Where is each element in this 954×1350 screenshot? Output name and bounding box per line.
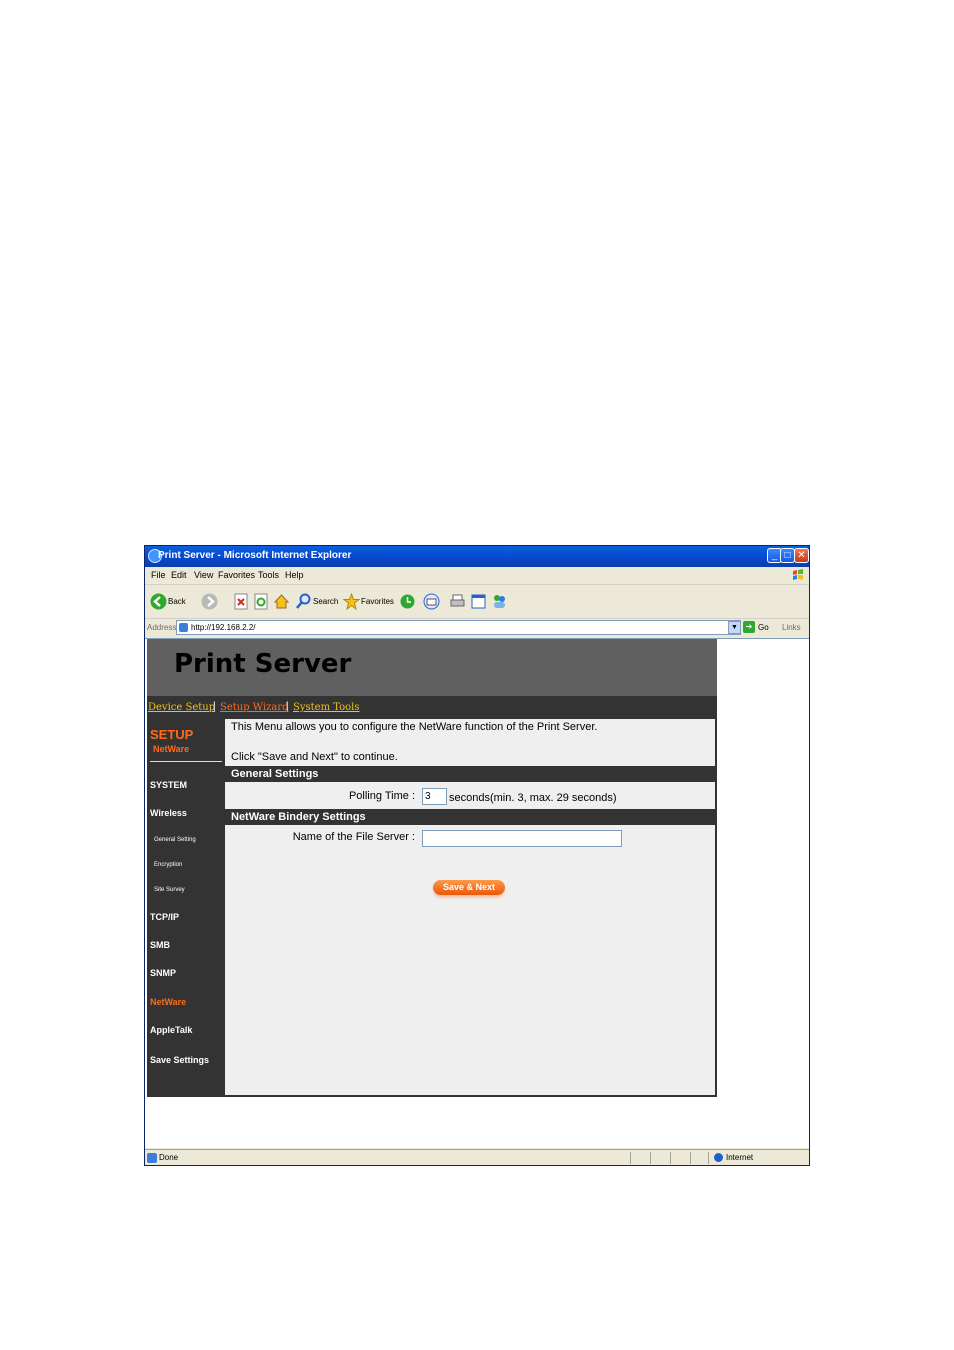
menu-tools[interactable]: Tools [258, 570, 279, 580]
status-divider [650, 1152, 651, 1164]
links-button[interactable]: Links [782, 623, 801, 632]
address-label: Address [147, 623, 177, 632]
messenger-icon [494, 595, 505, 608]
nav-separator: | [213, 701, 216, 712]
sidebar-subtitle: NetWare [153, 744, 190, 754]
mail-icon [423, 593, 440, 610]
messenger-button[interactable] [491, 593, 508, 611]
home-button[interactable] [273, 593, 290, 611]
sidebar-item-general-setting[interactable]: General Setting [154, 837, 196, 843]
menu-file[interactable]: File [151, 570, 166, 580]
mail-button[interactable] [423, 593, 445, 611]
sidebar-item-site-survey[interactable]: Site Survey [154, 887, 185, 893]
windows-logo-icon [793, 569, 803, 580]
menu-favorites[interactable]: Favorites [218, 570, 255, 580]
general-settings-title: General Settings [231, 768, 319, 780]
sidebar-item-smb[interactable]: SMB [150, 940, 170, 950]
browser-window: Print Server - Microsoft Internet Explor… [144, 545, 810, 1166]
bindery-settings-title: NetWare Bindery Settings [231, 811, 366, 823]
top-nav: Device Setup | Setup Wizard | System Too… [147, 696, 717, 719]
address-bar: Address http://192.168.2.2/ ▼ ➔ Go Links [145, 619, 809, 637]
status-divider [670, 1152, 671, 1164]
title-bar[interactable]: Print Server - Microsoft Internet Explor… [145, 546, 809, 567]
nav-setup-wizard[interactable]: Setup Wizard [220, 702, 289, 713]
instruction-text: Click "Save and Next" to continue. [231, 751, 398, 763]
page-content: Print Server Device Setup | Setup Wizard… [145, 638, 809, 1148]
sidebar-item-save-settings[interactable]: Save Settings [150, 1055, 209, 1065]
history-button[interactable] [399, 593, 416, 611]
intro-text: This Menu allows you to configure the Ne… [231, 721, 598, 733]
menu-view[interactable]: View [194, 570, 213, 580]
search-label: Search [313, 597, 339, 606]
general-settings-header: General Settings [225, 766, 715, 782]
back-button[interactable]: Back [150, 593, 195, 611]
back-arrow-icon [150, 593, 167, 610]
window-title: Print Server - Microsoft Internet Explor… [158, 550, 352, 561]
sidebar-item-snmp[interactable]: SNMP [150, 968, 176, 978]
address-input[interactable]: http://192.168.2.2/ [176, 620, 741, 635]
menu-edit[interactable]: Edit [171, 570, 187, 580]
refresh-button[interactable] [253, 593, 270, 611]
sidebar-item-tcpip[interactable]: TCP/IP [150, 912, 179, 922]
favorites-button[interactable]: Favorites [343, 593, 395, 611]
internet-zone-icon [714, 1153, 723, 1162]
sidebar-divider [150, 761, 222, 762]
status-divider [630, 1152, 631, 1164]
back-label: Back [168, 597, 186, 606]
file-server-input[interactable] [422, 830, 622, 847]
history-icon [400, 594, 415, 609]
nav-system-tools[interactable]: System Tools [293, 702, 360, 713]
go-button[interactable]: Go [758, 623, 769, 632]
stop-button[interactable] [233, 593, 250, 611]
sidebar-title: SETUP [150, 727, 194, 742]
refresh-icon [254, 593, 268, 610]
polling-time-input[interactable] [422, 788, 447, 805]
address-url: http://192.168.2.2/ [191, 623, 256, 632]
polling-time-hint: seconds(min. 3, max. 29 seconds) [449, 792, 617, 804]
edit-button[interactable] [470, 593, 487, 611]
status-divider [690, 1152, 691, 1164]
toolbar: Back Search Favorites [145, 585, 809, 619]
favorites-label: Favorites [361, 597, 394, 606]
file-server-label: Name of the File Server : [292, 831, 415, 843]
sidebar-item-system[interactable]: SYSTEM [150, 780, 187, 790]
printer-icon [450, 594, 465, 607]
bindery-settings-header: NetWare Bindery Settings [225, 809, 715, 825]
status-bar: Done Internet [145, 1149, 809, 1165]
forward-button[interactable] [201, 593, 223, 611]
nav-separator: | [286, 701, 289, 712]
nav-device-setup[interactable]: Device Setup [148, 702, 215, 713]
sidebar: SETUP NetWare SYSTEM Wireless General Se… [147, 719, 225, 1097]
edit-page-icon [471, 594, 486, 609]
sidebar-item-encryption[interactable]: Encryption [154, 862, 182, 868]
page-done-icon [147, 1153, 157, 1163]
address-dropdown-icon[interactable]: ▼ [728, 621, 741, 634]
status-text: Done [159, 1153, 179, 1162]
menu-bar: File Edit View Favorites Tools Help [145, 567, 809, 585]
maximize-button[interactable]: □ [780, 548, 795, 563]
sidebar-item-wireless[interactable]: Wireless [150, 808, 187, 818]
page-icon [179, 623, 188, 632]
star-icon [343, 593, 360, 610]
search-button[interactable]: Search [295, 593, 340, 611]
save-next-button[interactable]: Save & Next [433, 880, 505, 895]
stop-icon [234, 593, 248, 610]
zone-text: Internet [726, 1153, 754, 1162]
sidebar-item-netware[interactable]: NetWare [150, 997, 186, 1007]
banner: Print Server [147, 639, 717, 696]
polling-time-label: Polling Time : [348, 790, 415, 802]
close-button[interactable]: ✕ [794, 548, 809, 563]
search-icon [296, 593, 311, 609]
home-icon [273, 594, 290, 609]
sidebar-item-appletalk[interactable]: AppleTalk [150, 1025, 192, 1035]
status-divider [708, 1152, 709, 1164]
go-arrow-icon[interactable]: ➔ [743, 621, 755, 633]
menu-help[interactable]: Help [285, 570, 304, 580]
page-title: Print Server [174, 649, 352, 679]
print-button[interactable] [449, 593, 466, 611]
main-panel: This Menu allows you to configure the Ne… [225, 719, 717, 1097]
forward-arrow-icon [201, 593, 218, 610]
